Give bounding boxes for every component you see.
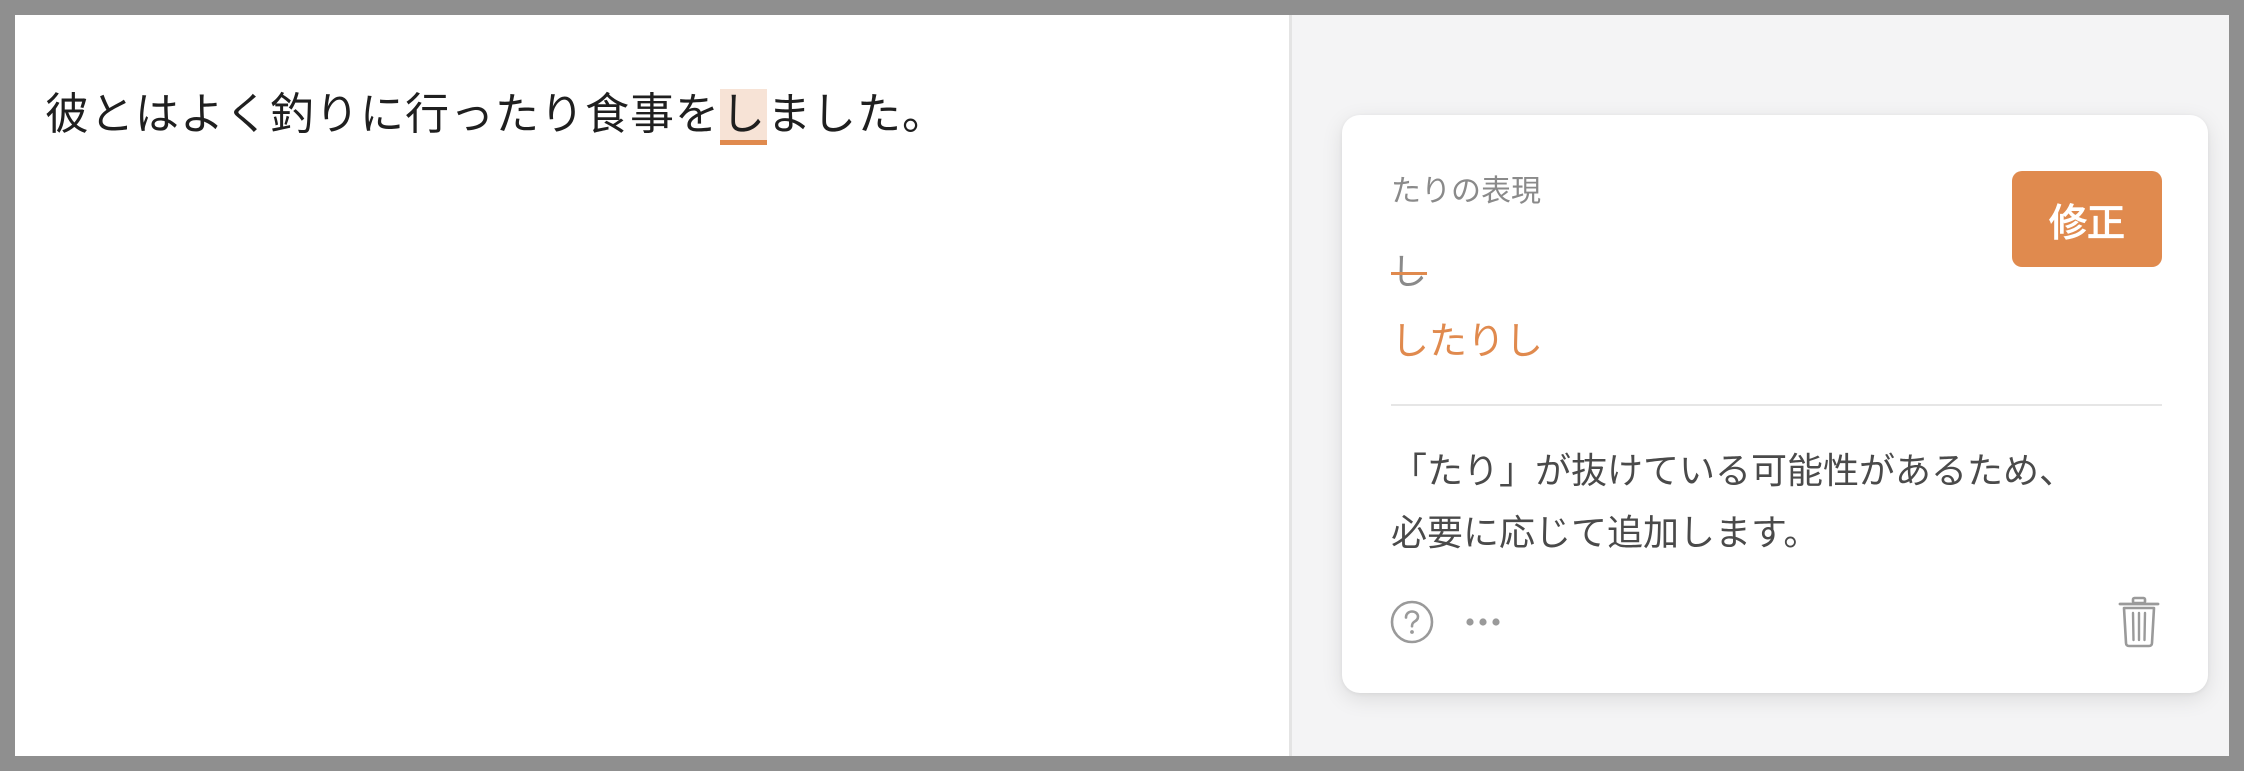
text-editor[interactable]: 彼とはよく釣りに行ったり食事をしました。 <box>15 15 1289 756</box>
explanation-line: 「たり」が抜けている可能性があるため、 <box>1391 451 2076 492</box>
editor-content[interactable]: 彼とはよく釣りに行ったり食事をしました。 <box>45 85 947 145</box>
app-window: 彼とはよく釣りに行ったり食事をしました。 たりの表現 修正 し したりし 「たり… <box>15 15 2229 756</box>
card-divider <box>1391 404 2162 406</box>
suggestion-title: たりの表現 <box>1391 174 1541 209</box>
suggestion-panel: たりの表現 修正 し したりし 「たり」が抜けている可能性があるため、 必要に応… <box>1292 15 2229 756</box>
explanation-line: 必要に応じて追加します。 <box>1391 513 1820 554</box>
editor-text-after: ました。 <box>767 89 947 140</box>
fix-button[interactable]: 修正 <box>2012 171 2162 267</box>
replacement-text[interactable]: したりし <box>1391 310 1543 365</box>
question-circle-icon[interactable] <box>1389 599 1435 645</box>
flagged-text-highlight[interactable]: し <box>720 89 767 145</box>
trash-icon[interactable] <box>2116 595 2162 649</box>
original-text: し <box>1391 252 1428 293</box>
more-dots-icon[interactable] <box>1460 599 1506 645</box>
suggestion-explanation: 「たり」が抜けている可能性があるため、 必要に応じて追加します。 <box>1391 441 2162 565</box>
editor-text-before: 彼とはよく釣りに行ったり食事を <box>45 89 720 140</box>
suggestion-card[interactable]: たりの表現 修正 し したりし 「たり」が抜けている可能性があるため、 必要に応… <box>1342 115 2208 693</box>
